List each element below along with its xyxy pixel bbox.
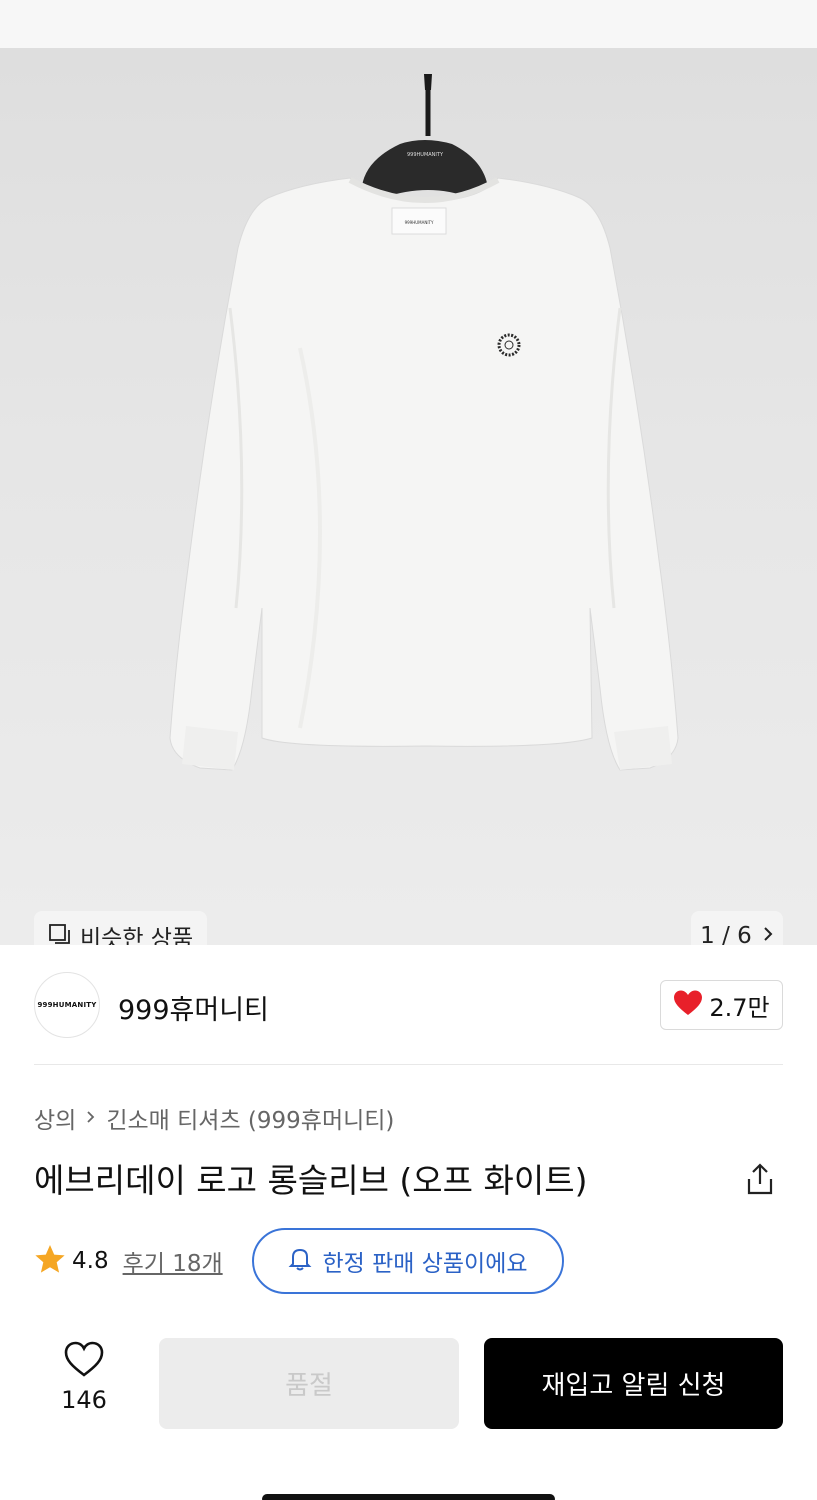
- similar-items-icon: [48, 922, 72, 945]
- brand-like-count: 2.7만: [709, 993, 770, 1022]
- product-title: 에브리데이 로고 롱슬리브 (오프 화이트): [34, 1161, 588, 1200]
- rating-score: 4.8: [72, 1248, 109, 1274]
- similar-products-button[interactable]: 비슷한 상품: [34, 911, 208, 945]
- divider: [34, 1064, 783, 1065]
- breadcrumb-subcategory[interactable]: 긴소매 티셔츠 (999휴머니티): [106, 1101, 394, 1135]
- bottom-action-bar: 146 품절 재입고 알림 신청: [0, 1320, 817, 1500]
- chevron-right-icon: [762, 925, 774, 945]
- brand-name[interactable]: 999휴머니티: [118, 988, 269, 1027]
- top-bar: [0, 0, 817, 48]
- review-count-link[interactable]: 후기 18개: [123, 1244, 223, 1278]
- brand-logo[interactable]: 999HUMANITY: [34, 972, 100, 1038]
- image-counter: 1 / 6: [700, 923, 752, 945]
- heart-outline-icon: [63, 1340, 105, 1382]
- product-image-gallery[interactable]: 999HUMANITY 999HUMANITY 비슷한 상품 1 / 6: [0, 48, 817, 945]
- breadcrumb: 상의 긴소매 티셔츠 (999휴머니티): [34, 1101, 394, 1135]
- image-counter-button[interactable]: 1 / 6: [691, 911, 783, 945]
- similar-products-label: 비슷한 상품: [80, 926, 194, 945]
- wishlist-button[interactable]: 146: [48, 1340, 120, 1414]
- rating-row: 4.8 후기 18개: [34, 1228, 223, 1294]
- chevron-right-icon: [86, 1105, 96, 1131]
- restock-alert-button[interactable]: 재입고 알림 신청: [484, 1338, 783, 1429]
- star-icon: [34, 1244, 66, 1278]
- product-image: 999HUMANITY 999HUMANITY: [169, 74, 679, 771]
- heart-filled-icon: [673, 989, 703, 1021]
- soldout-button[interactable]: 품절: [159, 1338, 459, 1429]
- share-icon[interactable]: [744, 1162, 776, 1200]
- brand-logo-text: 999HUMANITY: [37, 1001, 97, 1009]
- breadcrumb-category[interactable]: 상의: [34, 1101, 76, 1135]
- brand-like-button[interactable]: 2.7만: [660, 980, 783, 1030]
- home-indicator: [262, 1494, 555, 1500]
- wishlist-count: 146: [61, 1386, 107, 1414]
- hanger-tag-text: 999HUMANITY: [407, 152, 444, 158]
- bell-icon: [288, 1246, 312, 1276]
- limited-sale-label: 한정 판매 상품이에요: [322, 1251, 528, 1277]
- limited-sale-badge[interactable]: 한정 판매 상품이에요: [252, 1228, 564, 1294]
- shirt-tag-text: 999HUMANITY: [405, 220, 434, 225]
- brand-row: 999HUMANITY 999휴머니티 2.7만: [0, 945, 817, 1065]
